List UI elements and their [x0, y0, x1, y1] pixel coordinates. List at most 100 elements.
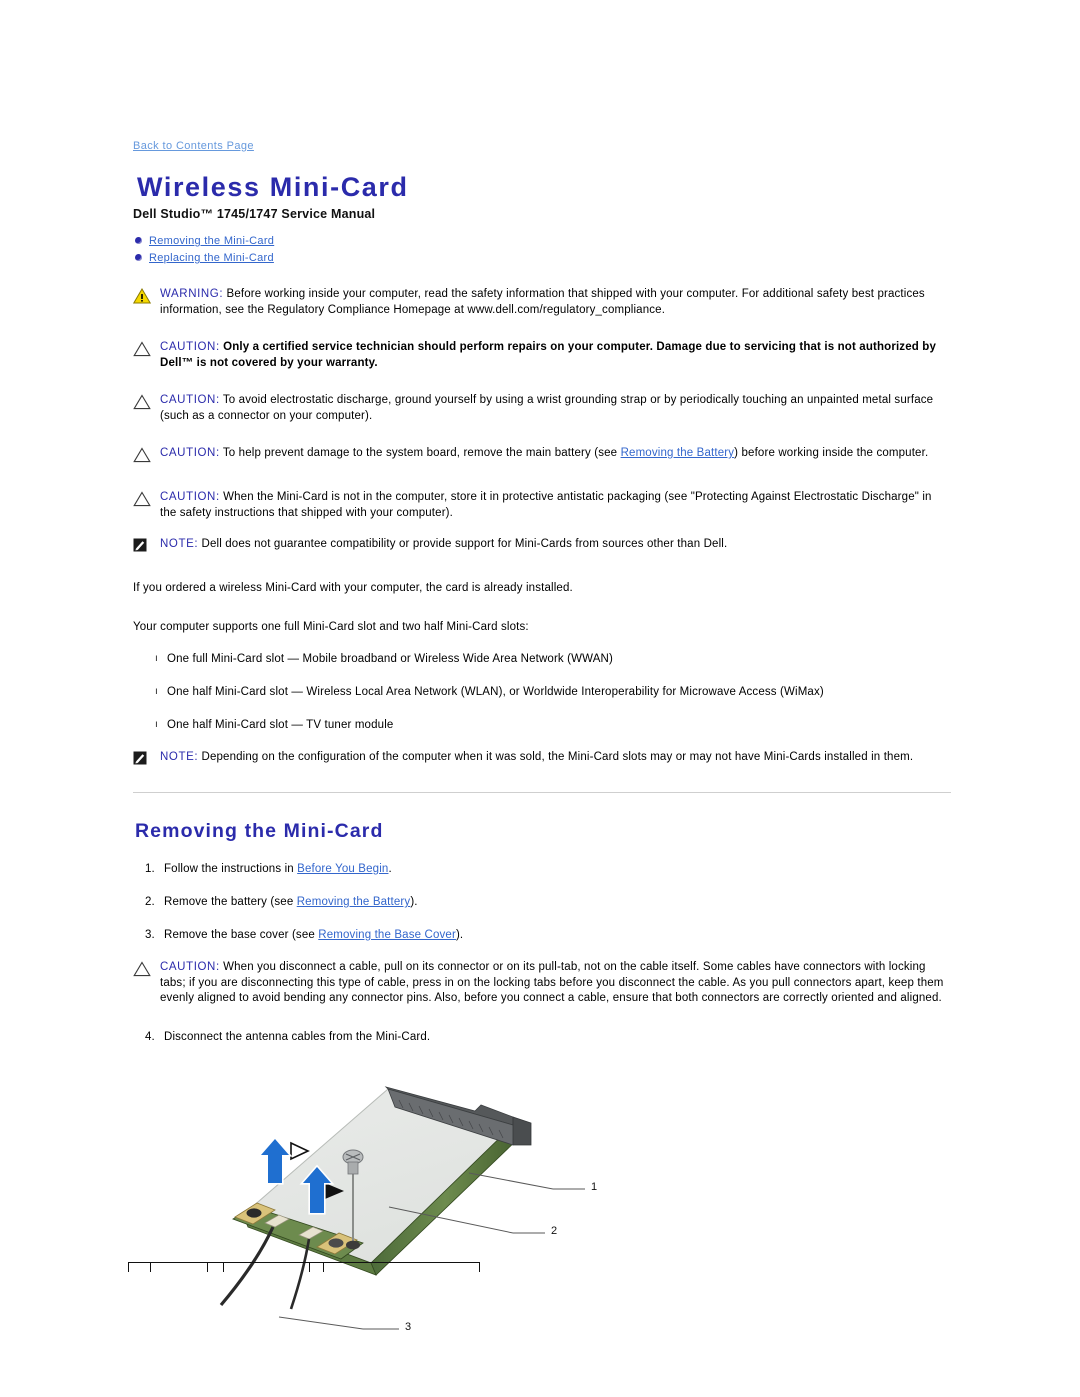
caution-label: CAUTION: — [160, 341, 220, 353]
warning-body: Before working inside your computer, rea… — [160, 288, 925, 316]
step-text-before: Remove the base cover (see — [164, 929, 319, 941]
list-item: Removing the Mini-Card — [133, 234, 951, 248]
note-label: NOTE: — [160, 751, 199, 763]
caution-label: CAUTION: — [160, 394, 220, 406]
caution-battery-block: CAUTION: To help prevent damage to the s… — [133, 446, 951, 468]
caution-cable-block: CAUTION: When you disconnect a cable, pu… — [133, 960, 951, 1007]
table-cell — [150, 1262, 208, 1272]
caution-storage-block: CAUTION: When the Mini-Card is not in th… — [133, 490, 951, 521]
removal-steps-list-continued: 4. Disconnect the antenna cables from th… — [133, 1029, 951, 1045]
service-manual-page: Back to Contents Page Wireless Mini-Card… — [0, 0, 1080, 1397]
caution-esd-body: To avoid electrostatic discharge, ground… — [160, 394, 934, 422]
caution-triangle-icon — [133, 340, 153, 362]
caution-triangle-icon — [133, 490, 153, 512]
list-item: 1. Follow the instructions in Before You… — [133, 861, 951, 877]
list-item: ı One half Mini-Card slot — TV tuner mod… — [133, 717, 951, 733]
list-marker: ı — [155, 653, 158, 664]
step-text-after: ). — [410, 896, 418, 908]
list-item: Replacing the Mini-Card — [133, 251, 951, 265]
step-number: 2. — [145, 896, 155, 908]
caution-cable-body: When you disconnect a cable, pull on its… — [160, 961, 944, 1004]
illustration-canvas: 1 2 3 — [213, 1067, 633, 1367]
table-cell — [128, 1262, 151, 1272]
caution-triangle-icon — [133, 960, 153, 982]
list-item: ı One full Mini-Card slot — Mobile broad… — [133, 651, 951, 667]
callout-number-2: 2 — [551, 1224, 558, 1237]
list-item: 3. Remove the base cover (see Removing t… — [133, 927, 951, 943]
table-row — [128, 1262, 480, 1272]
removal-steps-list: 1. Follow the instructions in Before You… — [133, 861, 951, 943]
caution-battery-text: CAUTION: To help prevent damage to the s… — [160, 446, 928, 462]
link-removing-the-battery[interactable]: Removing the Battery — [621, 447, 735, 459]
link-removing-the-mini-card[interactable]: Removing the Mini-Card — [149, 234, 274, 248]
intro-paragraph-2: Your computer supports one full Mini-Car… — [133, 621, 529, 633]
table-cell — [309, 1262, 324, 1272]
mini-card-illustration: 1 2 3 — [133, 1067, 951, 1367]
warning-label: WARNING: — [160, 288, 224, 300]
slot-item-text: One half Mini-Card slot — TV tuner modul… — [167, 719, 394, 731]
note-compat-text: NOTE: Dell does not guarantee compatibil… — [160, 537, 727, 553]
bullet-icon — [135, 237, 142, 244]
caution-storage-text: CAUTION: When the Mini-Card is not in th… — [160, 490, 951, 521]
slot-item-text: One full Mini-Card slot — Mobile broadba… — [167, 653, 613, 665]
step-text-after: . — [388, 863, 392, 875]
caution-battery-body-before: To help prevent damage to the system boa… — [219, 447, 621, 459]
step-text-before: Follow the instructions in — [164, 863, 298, 875]
note-config-block: NOTE: Depending on the configuration of … — [133, 750, 951, 770]
page-title: Wireless Mini-Card — [137, 172, 409, 202]
caution-esd-text: CAUTION: To avoid electrostatic discharg… — [160, 393, 951, 424]
note-pencil-icon — [133, 537, 153, 557]
caution-label: CAUTION: — [160, 447, 220, 459]
slot-item-text: One half Mini-Card slot — Wireless Local… — [167, 686, 824, 698]
caution-technician-body: Only a certified service technician shou… — [160, 341, 936, 369]
note-label: NOTE: — [160, 538, 199, 550]
pull-up-arrow-icon — [257, 1136, 293, 1185]
list-item: ı One half Mini-Card slot — Wireless Loc… — [133, 684, 951, 700]
section-heading-removing: Removing the Mini-Card — [135, 820, 384, 842]
note-config-text: NOTE: Depending on the configuration of … — [160, 750, 913, 766]
page-subtitle: Dell Studio™ 1745/1747 Service Manual — [133, 207, 376, 221]
caution-technician-text: CAUTION: Only a certified service techni… — [160, 340, 951, 371]
caution-storage-body: When the Mini-Card is not in the compute… — [160, 491, 932, 519]
list-item: 4. Disconnect the antenna cables from th… — [133, 1029, 951, 1045]
step-number: 3. — [145, 929, 155, 941]
bullet-icon — [135, 254, 142, 261]
step-text-before: Disconnect the antenna cables from the M… — [164, 1030, 431, 1043]
step-number: 1. — [145, 863, 155, 875]
warning-text: WARNING: Before working inside your comp… — [160, 287, 951, 318]
callout-number-3: 3 — [405, 1320, 412, 1333]
step-text-after: ). — [455, 929, 464, 941]
link-removing-the-battery[interactable]: Removing the Battery — [297, 896, 411, 908]
list-marker: ı — [155, 686, 158, 697]
page-content: Back to Contents Page Wireless Mini-Card… — [132, 136, 951, 1367]
list-item: 2. Remove the battery (see Removing the … — [133, 894, 951, 910]
hollow-triangle-marker — [290, 1141, 310, 1160]
callout-number-1: 1 — [591, 1180, 598, 1193]
caution-esd-block: CAUTION: To avoid electrostatic discharg… — [133, 393, 951, 424]
caution-battery-body-after: ) before working inside the computer. — [734, 447, 929, 459]
section-divider — [133, 792, 951, 793]
warning-triangle-icon — [132, 287, 153, 309]
table-cell — [223, 1262, 310, 1272]
step-number: 4. — [145, 1030, 155, 1043]
link-before-you-begin[interactable]: Before You Begin — [297, 863, 388, 875]
caution-label: CAUTION: — [160, 961, 220, 973]
caution-triangle-icon — [133, 446, 153, 468]
table-cell — [207, 1262, 224, 1272]
mini-card-slot-list: ı One full Mini-Card slot — Mobile broad… — [133, 651, 951, 733]
note-compat-body: Dell does not guarantee compatibility or… — [198, 538, 728, 550]
step-text-before: Remove the battery (see — [164, 896, 297, 908]
note-pencil-icon — [133, 750, 153, 770]
callout-legend-table — [128, 1262, 480, 1272]
link-replacing-the-mini-card[interactable]: Replacing the Mini-Card — [149, 251, 274, 265]
warning-block: WARNING: Before working inside your comp… — [132, 287, 951, 318]
caution-cable-text: CAUTION: When you disconnect a cable, pu… — [160, 960, 951, 1007]
table-cell — [323, 1262, 480, 1272]
list-marker: ı — [155, 719, 158, 730]
link-removing-the-base-cover[interactable]: Removing the Base Cover — [318, 929, 456, 941]
caution-triangle-icon — [133, 393, 153, 415]
note-config-body: Depending on the configuration of the co… — [198, 751, 914, 763]
caution-label: CAUTION: — [160, 491, 220, 503]
back-to-contents-link[interactable]: Back to Contents Page — [133, 140, 254, 152]
intro-paragraph-1: If you ordered a wireless Mini-Card with… — [133, 582, 573, 594]
